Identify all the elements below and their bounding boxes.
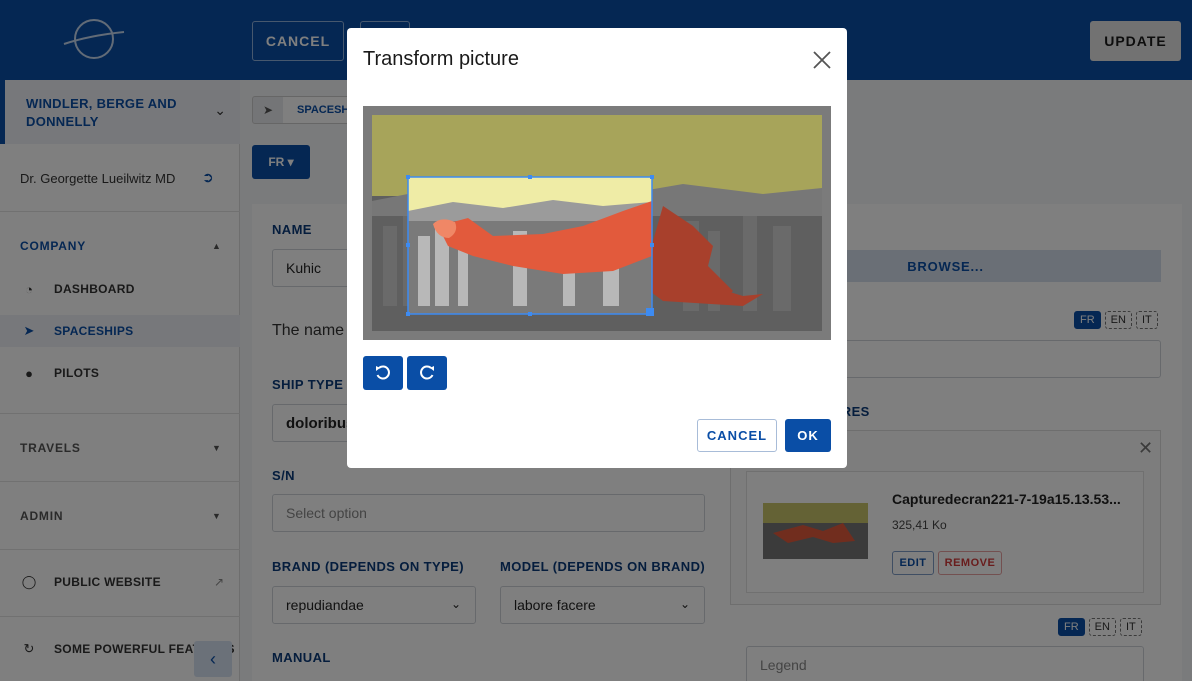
rotate-right-button[interactable] xyxy=(407,356,447,390)
dialog-ok-button[interactable]: OK xyxy=(785,419,831,452)
rotate-left-icon xyxy=(376,365,390,380)
dialog-cancel-button[interactable]: CANCEL xyxy=(697,419,777,452)
picture-canvas xyxy=(372,115,822,331)
close-icon[interactable] xyxy=(810,48,834,72)
dialog-title: Transform picture xyxy=(363,48,519,70)
rotate-left-button[interactable] xyxy=(363,356,403,390)
rotate-right-icon xyxy=(420,365,434,380)
transform-picture-dialog: Transform picture CANCEL OK xyxy=(347,28,847,468)
image-cropper[interactable] xyxy=(363,106,831,340)
